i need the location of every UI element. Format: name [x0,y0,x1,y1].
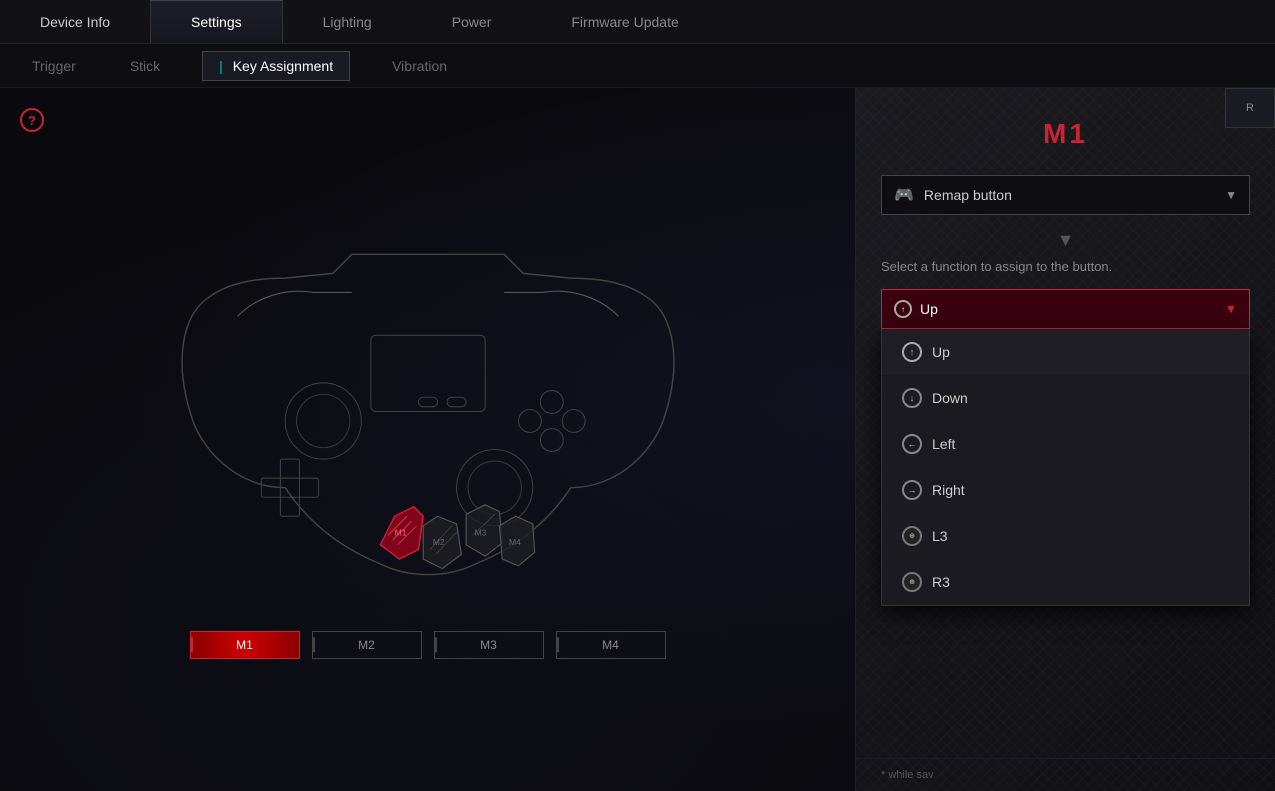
l3-icon: ⊕ [902,526,922,546]
panel-title: M1 [881,118,1250,150]
option-right[interactable]: → Right [882,467,1249,513]
m-buttons-row: M1 M2 M3 M4 [190,631,666,659]
nav-firmware-update[interactable]: Firmware Update [531,0,718,43]
option-down[interactable]: ↓ Down [882,375,1249,421]
m2-button[interactable]: M2 [312,631,422,659]
function-dropdown-arrow: ▼ [1225,302,1237,316]
m2-button-svg[interactable]: M2 [423,516,461,568]
remap-dropdown-wrapper: 🎮 Remap button ▼ [881,175,1250,215]
down-arrow: ▼ [881,230,1250,251]
svg-text:M2: M2 [432,536,444,546]
remap-dropdown-arrow: ▼ [1225,188,1237,202]
left-icon: ← [902,434,922,454]
panel-content: M1 🎮 Remap button ▼ ▼ Select a function … [856,88,1275,758]
sub-nav-key-assignment[interactable]: Key Assignment [202,51,350,81]
function-dropdown-wrapper: ↑ Up ▼ ↑ Up ↓ Down [881,289,1250,329]
nav-device-info[interactable]: Device Info [0,0,150,43]
select-text: Select a function to assign to the butto… [881,259,1250,274]
remap-dropdown[interactable]: 🎮 Remap button ▼ [881,175,1250,215]
m1-button-svg[interactable]: M1 [380,506,423,558]
m1-button[interactable]: M1 [190,631,300,659]
function-dropdown-menu: ↑ Up ↓ Down ← Left → [881,329,1250,606]
help-icon[interactable]: ? [20,108,44,132]
m4-button[interactable]: M4 [556,631,666,659]
nav-lighting[interactable]: Lighting [283,0,412,43]
bottom-note: * while sav [856,758,1275,791]
svg-text:M1: M1 [394,527,406,537]
up-icon: ↑ [902,342,922,362]
main-content: ? [0,88,1275,791]
nav-settings[interactable]: Settings [150,0,283,43]
option-up[interactable]: ↑ Up [882,329,1249,375]
sub-nav-vibration[interactable]: Vibration [380,50,459,82]
controller-area: ? [0,88,855,791]
option-l3[interactable]: ⊕ L3 [882,513,1249,559]
gamepad-icon: 🎮 [894,185,914,205]
down-icon: ↓ [902,388,922,408]
svg-text:M4: M4 [508,536,520,546]
sub-nav: Trigger Stick Key Assignment Vibration [0,44,1275,88]
m3-button[interactable]: M3 [434,631,544,659]
controller-display: M1 M2 M3 M4 [138,221,718,621]
function-dropdown[interactable]: ↑ Up ▼ [881,289,1250,329]
r3-icon: ⊕ [902,572,922,592]
nav-bar: Device Info Settings Lighting Power Firm… [0,0,1275,44]
sub-nav-trigger[interactable]: Trigger [20,50,88,82]
controller-svg: M1 M2 M3 M4 [138,221,718,621]
sub-nav-stick[interactable]: Stick [118,50,172,82]
option-r3[interactable]: ⊕ R3 [882,559,1249,605]
m3-button-svg[interactable]: M3 [466,504,502,555]
option-left[interactable]: ← Left [882,421,1249,467]
right-icon: → [902,480,922,500]
right-panel: R M1 🎮 Remap button ▼ ▼ Select a f [855,88,1275,791]
function-dropdown-icon: ↑ [894,300,912,318]
svg-text:M3: M3 [474,527,486,537]
m4-button-svg[interactable]: M4 [499,516,534,566]
nav-power[interactable]: Power [412,0,532,43]
